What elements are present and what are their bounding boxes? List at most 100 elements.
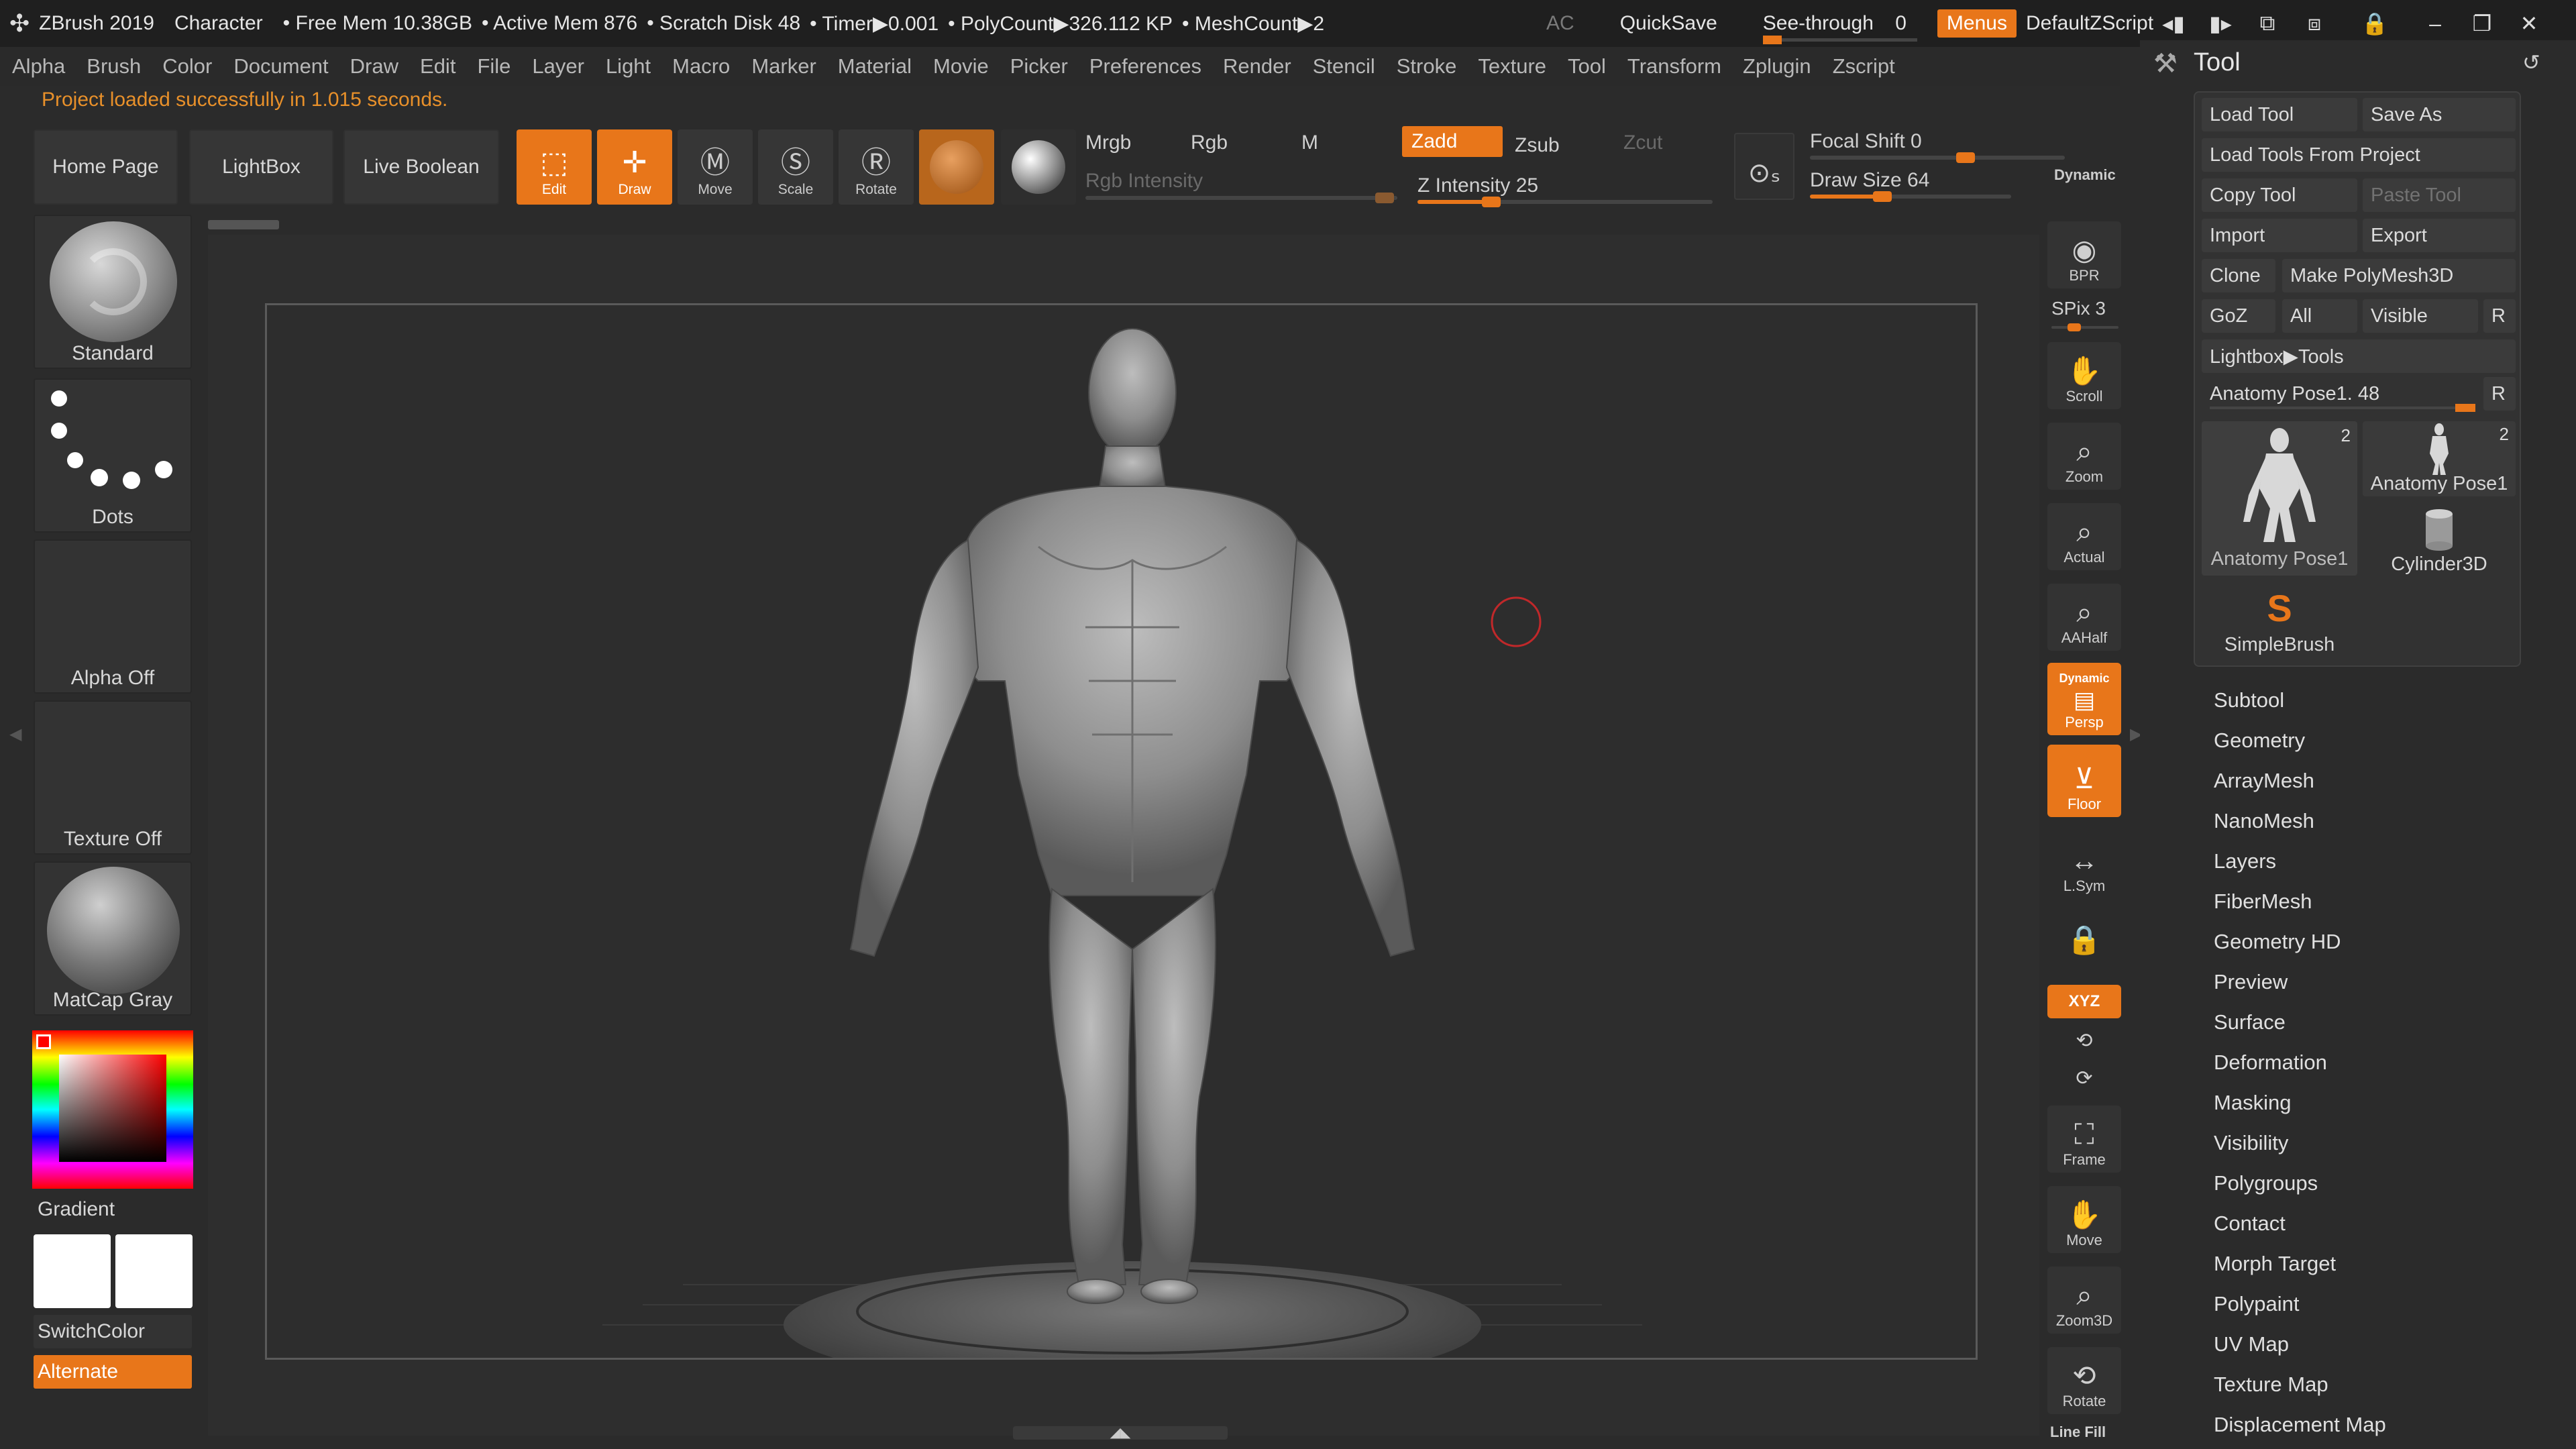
menu-stroke[interactable]: Stroke	[1397, 54, 1457, 78]
load-tools-from-project-button[interactable]: Load Tools From Project	[2202, 138, 2516, 172]
model-render[interactable]	[267, 305, 1976, 1389]
close-icon[interactable]: ✕	[2506, 11, 2553, 36]
menu-render[interactable]: Render	[1223, 54, 1291, 78]
subpalette-geometry[interactable]: Geometry	[2214, 729, 2305, 753]
import-button[interactable]: Import	[2202, 219, 2357, 252]
tool-thumb-simplebrush[interactable]: S SimpleBrush	[2202, 582, 2357, 657]
left-tray-toggle-icon[interactable]: ◀	[9, 724, 21, 744]
alternate-button[interactable]: Alternate	[34, 1355, 192, 1389]
live-boolean-button[interactable]: Live Boolean	[343, 129, 499, 205]
lock-icon[interactable]: 🔒	[2351, 11, 2398, 36]
subpalette-masking[interactable]: Masking	[2214, 1091, 2291, 1115]
bpr-button[interactable]: ◉ BPR	[2047, 221, 2121, 288]
goz-r-button[interactable]: R	[2483, 299, 2516, 333]
zsub-button[interactable]: Zsub	[1515, 134, 1560, 157]
rotate-view-button[interactable]: ⟲ Rotate	[2047, 1347, 2121, 1414]
menu-alpha[interactable]: Alpha	[12, 54, 65, 78]
rgb-intensity-knob[interactable]	[1375, 193, 1394, 203]
subpalette-deformation[interactable]: Deformation	[2214, 1051, 2327, 1075]
zscript-button[interactable]: DefaultZScript	[2026, 12, 2153, 35]
linefill-button[interactable]: Line Fill	[2050, 1424, 2106, 1441]
layout-a-icon[interactable]: ⧉	[2244, 11, 2291, 36]
zoom-button[interactable]: ⌕ Zoom	[2047, 423, 2121, 490]
current-tool-knob[interactable]	[2455, 404, 2475, 412]
lazy-mouse-button[interactable]: ⊙ₛ	[1734, 133, 1794, 200]
menu-draw[interactable]: Draw	[350, 54, 398, 78]
menu-movie[interactable]: Movie	[933, 54, 989, 78]
export-button[interactable]: Export	[2363, 219, 2516, 252]
xyz-button[interactable]: XYZ	[2047, 985, 2121, 1018]
scale-button[interactable]: Ⓢ Scale	[758, 129, 833, 205]
floor-button[interactable]: ⊻ Floor	[2047, 745, 2121, 817]
gradient-label[interactable]: Gradient	[38, 1198, 115, 1221]
move-view-button[interactable]: ✋ Move	[2047, 1186, 2121, 1253]
menu-layer[interactable]: Layer	[532, 54, 584, 78]
tool-palette-title[interactable]: Tool	[2194, 48, 2241, 77]
menu-stencil[interactable]: Stencil	[1313, 54, 1375, 78]
brush-picker[interactable]: Standard	[34, 215, 192, 369]
maximize-icon[interactable]: ❐	[2459, 11, 2506, 36]
draw-size-slider[interactable]	[1810, 191, 2011, 202]
current-tool-r-button[interactable]: R	[2483, 377, 2516, 411]
menu-color[interactable]: Color	[162, 54, 212, 78]
tool-thumb-cylinder[interactable]: Cylinder3D	[2363, 502, 2516, 577]
menu-preferences[interactable]: Preferences	[1089, 54, 1201, 78]
subpalette-visibility[interactable]: Visibility	[2214, 1131, 2288, 1155]
zoom3d-button[interactable]: ⌕ Zoom3D	[2047, 1267, 2121, 1334]
stroke-picker[interactable]: Dots	[34, 378, 192, 533]
rgb-intensity-slider[interactable]	[1085, 193, 1397, 203]
focal-shift-slider[interactable]	[1810, 152, 2065, 163]
clone-button[interactable]: Clone	[2202, 259, 2275, 292]
load-tool-button[interactable]: Load Tool	[2202, 98, 2357, 131]
focal-shift-knob[interactable]	[1956, 152, 1975, 163]
rotate-button[interactable]: Ⓡ Rotate	[839, 129, 914, 205]
subpalette-polygroups[interactable]: Polygroups	[2214, 1171, 2318, 1195]
menu-zscript[interactable]: Zscript	[1833, 54, 1895, 78]
frame-button[interactable]: ⛶ Frame	[2047, 1106, 2121, 1173]
menu-picker[interactable]: Picker	[1010, 54, 1068, 78]
secondary-color-swatch[interactable]	[115, 1234, 193, 1308]
color-swatch-button[interactable]	[1001, 129, 1076, 205]
goz-all-button[interactable]: All	[2282, 299, 2357, 333]
draw-button[interactable]: ✛ Draw	[597, 129, 672, 205]
copy-tool-button[interactable]: Copy Tool	[2202, 178, 2357, 212]
spix-slider[interactable]	[2051, 323, 2118, 331]
lightbox-button[interactable]: LightBox	[189, 129, 333, 205]
spix-label[interactable]: SPix 3	[2051, 298, 2106, 319]
menu-tool[interactable]: Tool	[1568, 54, 1606, 78]
menu-transform[interactable]: Transform	[1627, 54, 1721, 78]
mrgb-button[interactable]: Mrgb	[1085, 131, 1131, 154]
menu-file[interactable]: File	[477, 54, 511, 78]
y-rotate-button[interactable]: ⟲	[2047, 1025, 2121, 1059]
material-picker[interactable]: MatCap Gray	[34, 861, 192, 1016]
texture-picker[interactable]: Texture Off	[34, 700, 192, 855]
menu-texture[interactable]: Texture	[1478, 54, 1546, 78]
paste-tool-button[interactable]: Paste Tool	[2363, 178, 2516, 212]
move-button[interactable]: Ⓜ Move	[678, 129, 753, 205]
menu-document[interactable]: Document	[233, 54, 328, 78]
subpalette-preview[interactable]: Preview	[2214, 970, 2288, 994]
make-polymesh3d-button[interactable]: Make PolyMesh3D	[2282, 259, 2516, 292]
goz-visible-button[interactable]: Visible	[2363, 299, 2478, 333]
alpha-picker[interactable]: Alpha Off	[34, 539, 192, 694]
menu-edit[interactable]: Edit	[420, 54, 455, 78]
menu-marker[interactable]: Marker	[751, 54, 816, 78]
subpalette-nanomesh[interactable]: NanoMesh	[2214, 809, 2314, 833]
menu-zplugin[interactable]: Zplugin	[1743, 54, 1811, 78]
current-tool-slider[interactable]: Anatomy Pose1. 48	[2202, 377, 2477, 412]
aahalf-button[interactable]: ⌕ AAHalf	[2047, 584, 2121, 651]
lsym-button[interactable]: ↔ L.Sym	[2047, 832, 2121, 899]
subpalette-fibermesh[interactable]: FiberMesh	[2214, 890, 2312, 914]
prev-layout-icon[interactable]: ◂▮	[2150, 11, 2197, 36]
z-rotate-button[interactable]: ⟳	[2047, 1063, 2121, 1096]
subpalette-polypaint[interactable]: Polypaint	[2214, 1292, 2300, 1316]
m-button[interactable]: M	[1301, 131, 1318, 154]
subpalette-displacement-map[interactable]: Displacement Map	[2214, 1413, 2386, 1437]
zcut-button[interactable]: Zcut	[1623, 131, 1662, 154]
edit-button[interactable]: ⬚ Edit	[517, 129, 592, 205]
tool-thumb-anatomy-main[interactable]: 2 Anatomy Pose1	[2202, 421, 2357, 576]
goz-button[interactable]: GoZ	[2202, 299, 2275, 333]
canvas-frame[interactable]	[265, 303, 1978, 1389]
subpalette-surface[interactable]: Surface	[2214, 1010, 2286, 1034]
transp-lock-button[interactable]: 🔒	[2047, 907, 2121, 961]
